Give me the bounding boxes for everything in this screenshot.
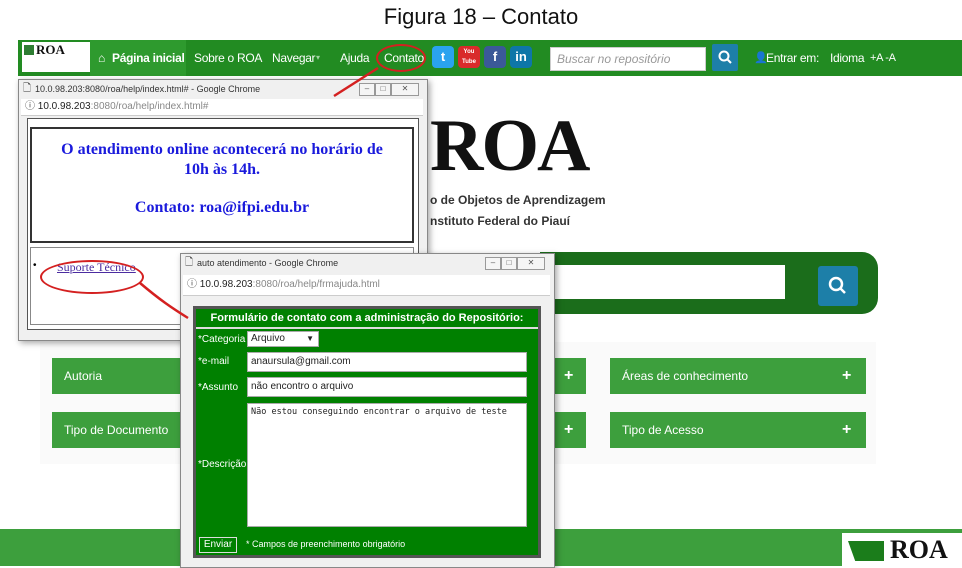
highlight-support: [40, 260, 144, 294]
annotation-arrow: [139, 66, 379, 320]
